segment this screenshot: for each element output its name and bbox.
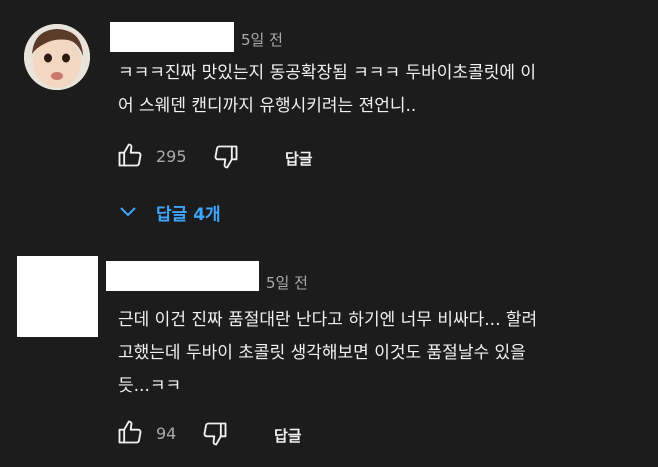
- thumbs-up-icon[interactable]: [116, 418, 144, 450]
- comment-text: ㅋㅋㅋ진짜 맛있는지 동공확장됨 ㅋㅋㅋ 두바이초콜릿에 이 어 스웨덴 캔디까…: [118, 63, 537, 116]
- view-replies-button[interactable]: 답글 4개: [120, 198, 221, 226]
- avatar[interactable]: [17, 256, 98, 337]
- comment-1: 5일 전 ㅋㅋㅋ진짜 맛있는지 동공확장됨 ㅋㅋㅋ 두바이초콜릿에 이 어 스웨…: [0, 0, 658, 240]
- like-count: 295: [156, 147, 187, 166]
- chevron-down-icon: [120, 207, 136, 217]
- reply-button[interactable]: 답글: [274, 425, 302, 446]
- avatar[interactable]: [24, 24, 90, 90]
- comment-2: 5일 전 근데 이건 진짜 품절대란 난다고 하기엔 너무 비싸다... 할려 …: [0, 240, 658, 467]
- comment-timestamp[interactable]: 5일 전: [241, 29, 283, 50]
- comment-text: 근데 이건 진짜 품절대란 난다고 하기엔 너무 비싸다... 할려 고했는데 …: [118, 310, 538, 396]
- thumbs-down-icon[interactable]: [201, 420, 229, 452]
- author-name-redacted[interactable]: [110, 22, 234, 52]
- like-count: 94: [156, 424, 177, 443]
- replies-count-label: 답글 4개: [156, 204, 221, 225]
- reply-button[interactable]: 답글: [285, 148, 313, 169]
- author-name-redacted[interactable]: [106, 261, 259, 291]
- comment-timestamp[interactable]: 5일 전: [266, 272, 308, 293]
- thumbs-up-icon[interactable]: [116, 141, 144, 173]
- thumbs-down-icon[interactable]: [212, 143, 240, 175]
